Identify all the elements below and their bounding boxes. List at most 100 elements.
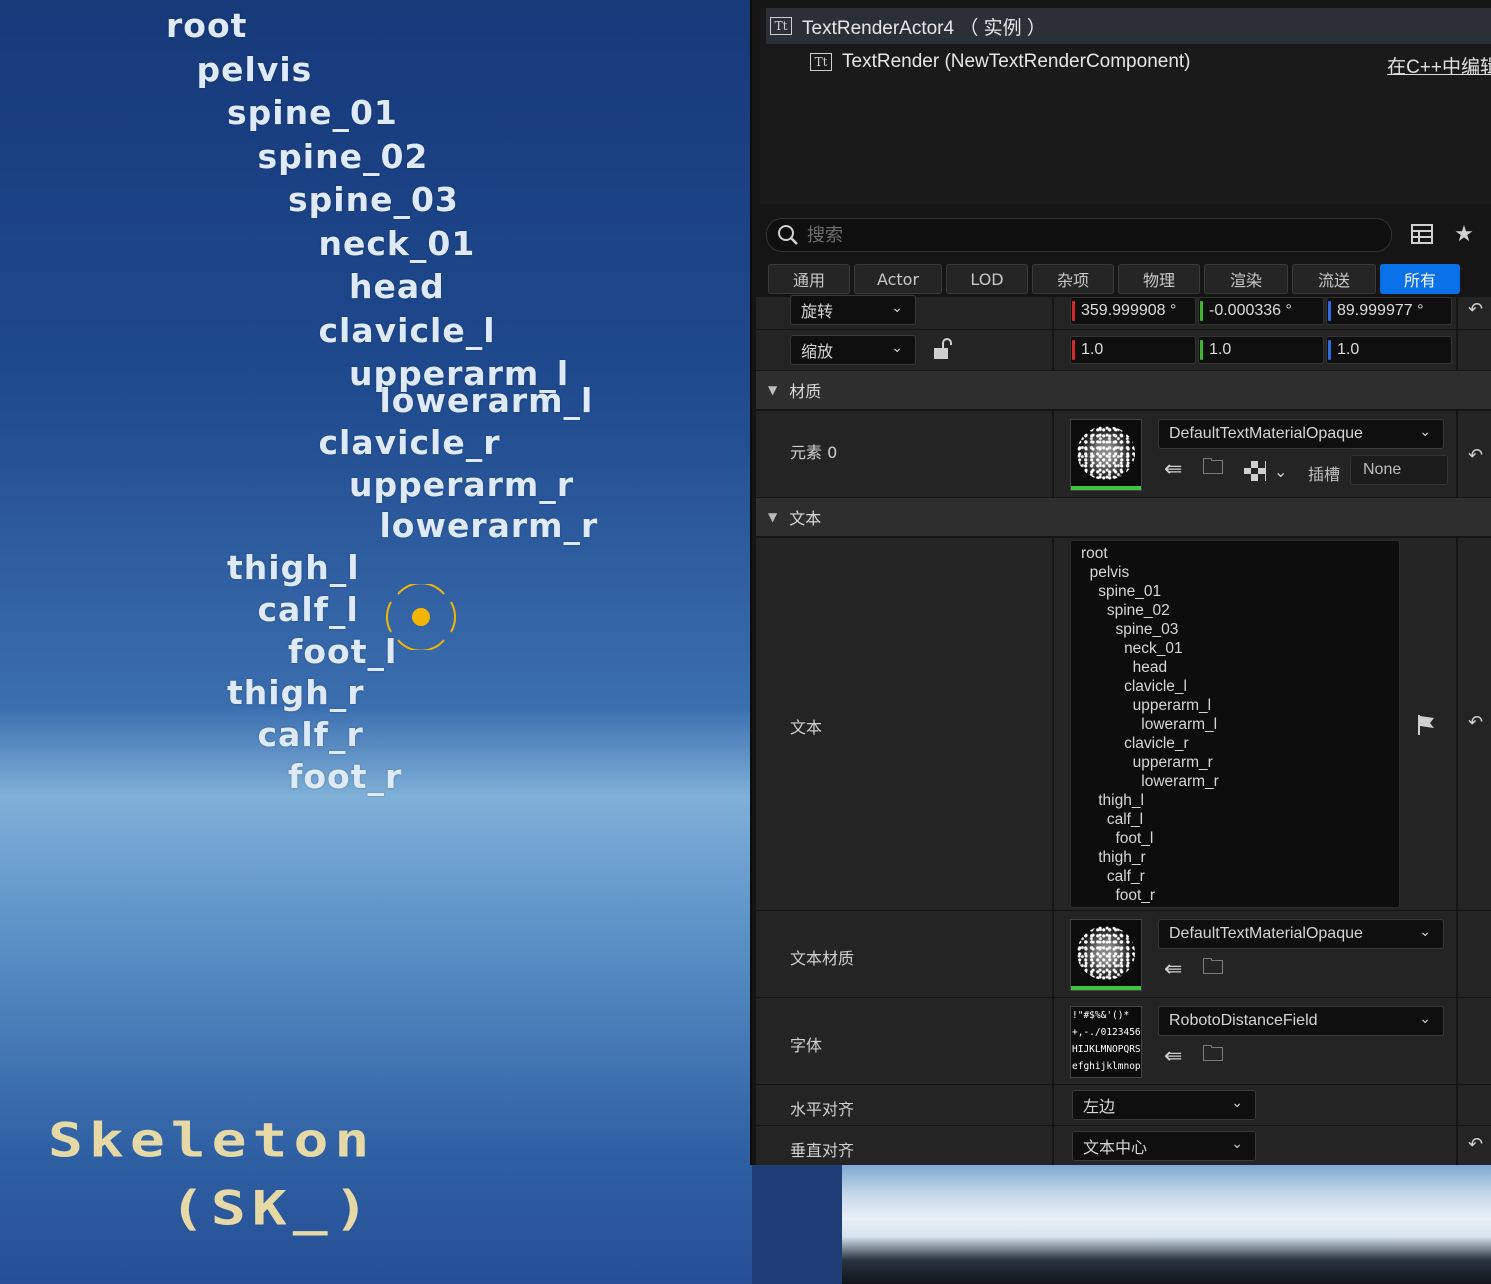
text-render-component-icon: Tt	[810, 53, 832, 71]
localization-flag-icon[interactable]	[1416, 714, 1436, 736]
horizontal-alignment-row: 水平对齐 左边 ⌄	[756, 1084, 1491, 1125]
bone-name-text: lowerarm_l	[379, 381, 594, 421]
table-view-icon[interactable]	[1408, 220, 1436, 248]
tab-1[interactable]: Actor	[854, 264, 942, 294]
bone-name-text: calf_r	[257, 714, 364, 754]
tab-3[interactable]: 杂项	[1032, 264, 1114, 294]
actor-row[interactable]: Tt TextRenderActor4 （ 实例 ）	[766, 8, 1491, 44]
tab-2[interactable]: LOD	[946, 264, 1028, 294]
rotation-y-field[interactable]: -0.000336 °	[1198, 297, 1324, 325]
text-section-header[interactable]: ▼ 文本	[756, 498, 1491, 536]
slot-field[interactable]: None	[1350, 455, 1448, 485]
search-icon	[778, 225, 798, 245]
text-value-line: thigh_r	[1081, 849, 1146, 866]
font-thumbnail-glyph-row: efghijklmnopqrst	[1072, 1061, 1141, 1072]
horizontal-alignment-dropdown[interactable]: 左边 ⌄	[1072, 1090, 1256, 1120]
material-element-row: 元素 0 DefaultTextMaterialOpaque ⌄ ⇚ 🗀 ⌄ 插槽…	[756, 410, 1491, 497]
column-divider	[1052, 330, 1054, 370]
skeleton-title-text: Skeleton	[48, 1112, 376, 1168]
column-divider	[1052, 1085, 1054, 1125]
material-thumbnail[interactable]	[1070, 419, 1142, 491]
skeleton-prefix-text: (SK_)	[170, 1180, 375, 1236]
text-value-line: upperarm_l	[1081, 697, 1212, 714]
bone-name-text: thigh_r	[227, 673, 365, 713]
column-divider	[1052, 911, 1054, 997]
checkerboard-icon[interactable]	[1244, 461, 1266, 481]
star-icon[interactable]: ★	[1450, 220, 1478, 248]
rotation-mode-dropdown[interactable]: 旋转 ⌄	[790, 295, 916, 325]
details-search-box[interactable]	[766, 218, 1392, 252]
text-value-line: spine_03	[1081, 621, 1179, 638]
actor-label: TextRenderActor4 （ 实例 ）	[802, 17, 1046, 39]
edit-in-cpp-link[interactable]: 在C++中编辑	[1387, 52, 1491, 79]
tab-4[interactable]: 物理	[1118, 264, 1200, 294]
font-name: RobotoDistanceField	[1169, 1012, 1318, 1029]
unlock-icon[interactable]	[932, 338, 952, 360]
text-value-line: foot_r	[1081, 887, 1156, 904]
text-material-label: 文本材质	[790, 949, 855, 968]
scale-y-field[interactable]: 1.0	[1198, 336, 1324, 364]
tab-6[interactable]: 流送	[1292, 264, 1376, 294]
browse-asset-icon[interactable]: 🗀	[1202, 1044, 1224, 1066]
font-row: 字体 !"#$%&'()* +,-./0123456789 HIJKLMNOPQRS…	[756, 997, 1491, 1084]
text-value-line: head	[1081, 659, 1168, 676]
column-divider	[1052, 411, 1054, 497]
bone-name-text: foot_r	[288, 756, 403, 796]
material-dropdown[interactable]: DefaultTextMaterialOpaque ⌄	[1158, 419, 1444, 449]
reset-to-default-icon[interactable]: ↶	[1468, 445, 1483, 466]
bone-name-text: clavicle_l	[318, 310, 496, 350]
bone-name-text: foot_l	[288, 631, 398, 671]
text-value-line: foot_l	[1081, 830, 1154, 847]
tab-5[interactable]: 渲染	[1204, 264, 1288, 294]
chevron-down-icon: ⌄	[1231, 1135, 1243, 1151]
text-value-line: lowerarm_l	[1081, 716, 1218, 733]
vertical-alignment-row: 垂直对齐 文本中心 ⌄ ↶	[756, 1125, 1491, 1165]
scale-z-field[interactable]: 1.0	[1326, 336, 1452, 364]
chevron-down-icon: ⌄	[891, 339, 903, 355]
bone-name-text: lowerarm_r	[379, 506, 599, 546]
search-input[interactable]	[805, 223, 1369, 247]
browse-asset-icon[interactable]: 🗀	[1202, 457, 1224, 479]
materials-section-header[interactable]: ▼ 材质	[756, 371, 1491, 409]
component-row[interactable]: Tt TextRender (NewTextRenderComponent) 在…	[766, 44, 1491, 80]
pivot-gizmo-icon[interactable]	[386, 584, 456, 650]
font-dropdown[interactable]: RobotoDistanceField ⌄	[1158, 1006, 1444, 1036]
bone-name-text: spine_03	[288, 180, 459, 219]
rotation-z-field[interactable]: 89.999977 °	[1326, 297, 1452, 325]
use-selected-asset-icon[interactable]: ⇚	[1164, 459, 1182, 481]
component-label: TextRender (NewTextRenderComponent)	[842, 51, 1191, 72]
vertical-alignment-value: 文本中心	[1083, 1140, 1148, 1157]
bone-name-text: calf_l	[257, 589, 359, 629]
use-selected-asset-icon[interactable]: ⇚	[1164, 959, 1182, 981]
column-divider	[1456, 411, 1458, 497]
text-material-thumbnail[interactable]	[1070, 919, 1142, 991]
chevron-down-icon[interactable]: ⌄	[1274, 461, 1287, 483]
bone-name-text: head	[349, 267, 445, 306]
font-thumbnail[interactable]: !"#$%&'()* +,-./0123456789 HIJKLMNOPQRST ef…	[1070, 1006, 1142, 1078]
use-selected-asset-icon[interactable]: ⇚	[1164, 1046, 1182, 1068]
text-value-line: clavicle_r	[1081, 735, 1189, 752]
column-divider	[1456, 330, 1458, 370]
reset-to-default-icon[interactable]: ↶	[1468, 712, 1483, 733]
rotation-x-field[interactable]: 359.999908 °	[1070, 297, 1196, 325]
text-label: 文本	[790, 718, 823, 737]
tab-7[interactable]: 所有	[1380, 264, 1460, 294]
reset-to-default-icon[interactable]: ↶	[1468, 1134, 1483, 1155]
reset-to-default-icon[interactable]: ↶	[1468, 299, 1483, 320]
viewport-background-image	[842, 1165, 1491, 1284]
column-divider	[1456, 538, 1458, 910]
font-label: 字体	[790, 1036, 823, 1055]
text-material-dropdown[interactable]: DefaultTextMaterialOpaque ⌄	[1158, 919, 1444, 949]
scale-row: 缩放 ⌄ 1.0 1.0 1.0	[756, 329, 1491, 370]
column-divider	[1456, 1085, 1458, 1125]
scale-mode-dropdown[interactable]: 缩放 ⌄	[790, 335, 916, 365]
chevron-down-icon: ⌄	[1419, 923, 1431, 939]
scale-x-field[interactable]: 1.0	[1070, 336, 1196, 364]
text-material-row: 文本材质 DefaultTextMaterialOpaque ⌄ ⇚ 🗀	[756, 910, 1491, 997]
vertical-alignment-dropdown[interactable]: 文本中心 ⌄	[1072, 1131, 1256, 1161]
3d-viewport[interactable]: root pelvis spine_01 spine_02 spine_03 neck_0…	[0, 0, 752, 1284]
browse-asset-icon[interactable]: 🗀	[1202, 957, 1224, 979]
text-value-editor[interactable]: root pelvis spine_01 spine_02 spine_03 n…	[1070, 540, 1400, 908]
tab-0[interactable]: 通用	[768, 264, 850, 294]
vertical-alignment-label: 垂直对齐	[790, 1141, 855, 1160]
